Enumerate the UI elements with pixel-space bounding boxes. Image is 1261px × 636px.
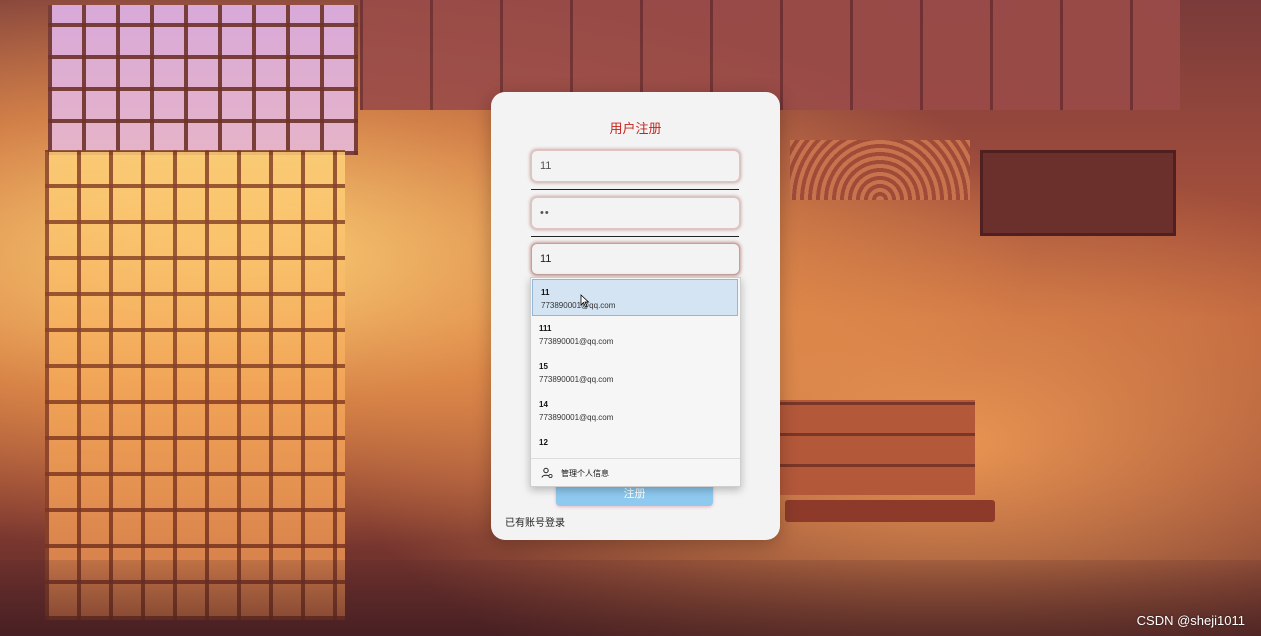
page-title: 用户注册 <box>609 121 662 136</box>
autocomplete-item[interactable]: 14 773890001@qq.com <box>531 392 740 430</box>
background-window-left <box>45 150 345 620</box>
login-link[interactable]: 已有账号登录 <box>505 514 565 529</box>
suggestion-name: 15 <box>539 362 548 371</box>
background-floor <box>0 560 1261 636</box>
suggestion-name: 11 <box>541 288 550 297</box>
background-drawers <box>780 400 975 495</box>
user-settings-icon <box>541 467 553 479</box>
background-table <box>785 500 995 522</box>
suggestion-name: 12 <box>539 438 548 447</box>
autocomplete-dropdown: 11 773890001@qq.com 111 773890001@qq.com… <box>530 277 741 487</box>
suggestion-name: 14 <box>539 400 548 409</box>
mouse-cursor-icon <box>580 294 590 308</box>
suggestion-email: 773890001@qq.com <box>539 413 614 422</box>
autocomplete-item[interactable]: 15 773890001@qq.com <box>531 354 740 392</box>
background-shelf <box>980 150 1176 236</box>
email-input[interactable] <box>531 243 740 275</box>
suggestion-email: 773890001@qq.com <box>539 375 614 384</box>
suggestion-name: 111 <box>539 324 552 333</box>
background-wave-panel <box>790 140 970 200</box>
manage-profile-label: 管理个人信息 <box>561 468 609 478</box>
watermark: CSDN @sheji1011 <box>1136 613 1245 628</box>
autocomplete-item[interactable]: 11 773890001@qq.com <box>532 279 738 316</box>
suggestion-email: 773890001@qq.com <box>539 337 614 346</box>
password-underline <box>531 236 739 237</box>
password-input[interactable] <box>531 197 740 229</box>
username-underline <box>531 189 739 190</box>
background-window-top <box>48 5 358 155</box>
autocomplete-item[interactable]: 111 773890001@qq.com <box>531 316 740 354</box>
suggestion-email: 773890001@qq.com <box>541 301 616 310</box>
manage-profile-button[interactable]: 管理个人信息 <box>531 459 740 486</box>
username-input[interactable] <box>531 150 740 182</box>
